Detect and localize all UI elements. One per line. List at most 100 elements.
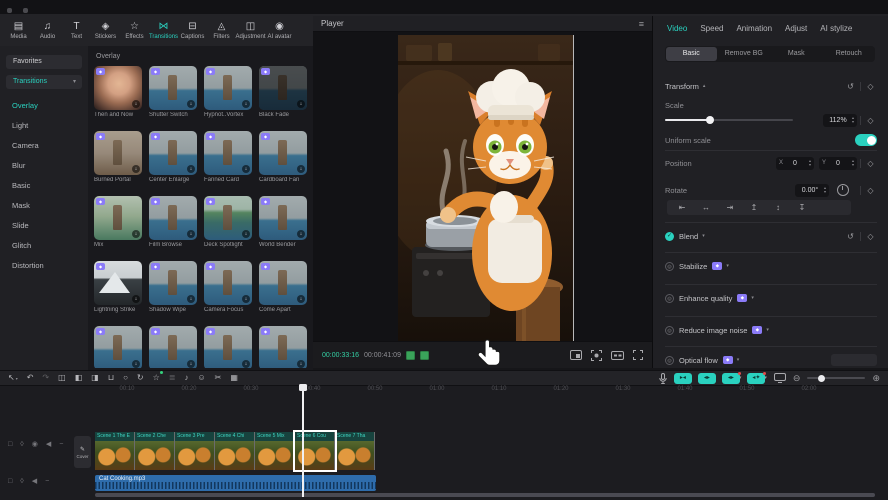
sidebar-favorites[interactable]: Favorites bbox=[6, 55, 82, 69]
track-header-icon[interactable]: ◊ bbox=[20, 441, 23, 448]
timeline-teal-button[interactable]: ◂✦ bbox=[747, 373, 765, 384]
optical-flow-action-button[interactable] bbox=[831, 354, 877, 366]
quality-chip-icon[interactable] bbox=[420, 351, 429, 360]
timeline-area[interactable]: 00:1000:2000:3000:4000:5001:0001:1001:20… bbox=[0, 386, 888, 500]
position-x-box[interactable]: X 0 ▴▾ bbox=[776, 157, 814, 170]
video-clip[interactable]: Scene 2 Che bbox=[135, 432, 175, 470]
video-clip[interactable]: Scene 7 Tha bbox=[335, 432, 375, 470]
transition-card[interactable]: ◆ ↓ bbox=[94, 326, 142, 368]
track-header-icon[interactable]: □ bbox=[8, 478, 12, 485]
transition-card[interactable]: ◆ ↓ Come Apart bbox=[259, 261, 307, 315]
timeline-tool-icon[interactable]: ▦ bbox=[230, 371, 238, 385]
transition-card[interactable]: ◆ ↓ bbox=[204, 326, 252, 368]
position-x-stepper[interactable]: ▴▾ bbox=[809, 159, 811, 167]
sidebar-item[interactable]: Light bbox=[12, 116, 44, 136]
toolbar-item[interactable]: ☆ Effects bbox=[120, 21, 149, 40]
toolbar-item[interactable]: ▤ Media bbox=[4, 21, 33, 40]
inspector-tab[interactable]: Video bbox=[667, 24, 687, 33]
proxy-chip-icon[interactable] bbox=[406, 351, 415, 360]
inspector-tab[interactable]: Animation bbox=[736, 24, 772, 33]
transition-card[interactable]: ◆ ↓ Burned Portal bbox=[94, 131, 142, 185]
keyframe-icon[interactable]: ◇ bbox=[864, 184, 877, 197]
blend-check-icon[interactable]: ✓ bbox=[665, 232, 674, 241]
chevron-down-icon[interactable]: ▾ bbox=[726, 263, 729, 269]
reset-icon[interactable]: ↺ bbox=[844, 230, 857, 243]
transition-card[interactable]: ◆ ↓ World Bender bbox=[259, 196, 307, 250]
position-y-stepper[interactable]: ▴▾ bbox=[852, 159, 854, 167]
reduce-noise-icon[interactable]: ◎ bbox=[665, 326, 674, 335]
zoom-in-icon[interactable]: ⊕ bbox=[872, 373, 880, 384]
inspector-tab[interactable]: Adjust bbox=[785, 24, 807, 33]
transition-card[interactable]: ◆ ↓ Black Fade bbox=[259, 66, 307, 120]
toolbar-item[interactable]: ◫ Adjustment bbox=[236, 21, 265, 40]
optical-flow-icon[interactable]: ◎ bbox=[665, 356, 674, 365]
track-header-icon[interactable]: □ bbox=[8, 441, 12, 448]
quality-icon[interactable] bbox=[611, 351, 624, 360]
timeline-tool-icon[interactable]: ◧ bbox=[75, 371, 83, 385]
rotate-stepper[interactable]: ▴▾ bbox=[824, 186, 826, 194]
preview-monitor-icon[interactable] bbox=[774, 373, 786, 383]
transition-card[interactable]: ◆ ↓ Fanned Card bbox=[204, 131, 252, 185]
inspector-tab[interactable]: Speed bbox=[700, 24, 723, 33]
reset-icon[interactable]: ↺ bbox=[844, 80, 857, 93]
scale-slider[interactable] bbox=[665, 119, 793, 121]
sidebar-item[interactable]: Mask bbox=[12, 196, 44, 216]
transition-card[interactable]: ◆ ↓ bbox=[149, 326, 197, 368]
timeline-teal-button[interactable]: ◂▸ bbox=[722, 373, 740, 384]
zoom-slider-knob[interactable] bbox=[818, 375, 825, 382]
timeline-zoom-slider[interactable] bbox=[807, 377, 865, 379]
timeline-tool-icon[interactable]: ☆ bbox=[153, 371, 160, 385]
uniform-scale-toggle[interactable] bbox=[855, 134, 877, 146]
timeline-tool-icon[interactable]: ↻ bbox=[137, 371, 144, 385]
inspector-subtab[interactable]: Mask bbox=[771, 47, 822, 61]
timeline-ruler[interactable]: 00:1000:2000:3000:4000:5001:0001:1001:20… bbox=[96, 386, 840, 392]
keyframe-icon[interactable]: ◇ bbox=[864, 80, 877, 93]
track-header-icon[interactable]: ◀ bbox=[32, 477, 37, 485]
chevron-down-icon[interactable]: ▾ bbox=[751, 295, 754, 301]
timeline-tool-icon[interactable]: ◫ bbox=[58, 371, 66, 385]
enhance-quality-icon[interactable]: ◎ bbox=[665, 294, 674, 303]
position-y-box[interactable]: Y 0 ▴▾ bbox=[819, 157, 857, 170]
track-header-icon[interactable]: ◊ bbox=[20, 478, 23, 485]
window-settings-icon[interactable] bbox=[23, 8, 28, 13]
rotate-dial-icon[interactable] bbox=[837, 184, 849, 196]
align-icon[interactable]: ⇤ bbox=[672, 203, 692, 212]
timeline-tool-icon[interactable]: ◨ bbox=[91, 371, 99, 385]
track-header-icon[interactable]: ◀ bbox=[46, 440, 51, 448]
zoom-out-icon[interactable]: ⊖ bbox=[793, 373, 801, 384]
sidebar-item[interactable]: Slide bbox=[12, 216, 44, 236]
transitions-grid[interactable]: ◆ ↓ Then and Now ◆ ↓ Shutter Switch ◆ bbox=[94, 66, 307, 368]
align-icon[interactable]: ↧ bbox=[792, 203, 812, 212]
keyframe-icon[interactable]: ◇ bbox=[864, 230, 877, 243]
playhead-line[interactable] bbox=[302, 391, 304, 497]
timeline-tool-icon[interactable]: ⊔ bbox=[108, 371, 114, 385]
scale-stepper[interactable]: ▴▾ bbox=[852, 116, 854, 124]
track-header-icon[interactable]: − bbox=[59, 441, 63, 448]
toolbar-item[interactable]: ◬ Filters bbox=[207, 21, 236, 40]
audio-clip[interactable]: Cat Cooking.mp3 bbox=[95, 475, 376, 491]
transition-card[interactable]: ◆ ↓ Film Browse bbox=[149, 196, 197, 250]
microphone-icon[interactable] bbox=[659, 373, 667, 384]
transition-card[interactable]: ◆ ↓ Deck Spotlight bbox=[204, 196, 252, 250]
timeline-tool-icon[interactable]: ↷ bbox=[42, 371, 49, 385]
chevron-down-icon[interactable]: ▾ bbox=[702, 233, 705, 239]
toolbar-item[interactable]: T Text bbox=[62, 21, 91, 40]
ratio-icon[interactable] bbox=[570, 350, 582, 360]
inspector-subtab[interactable]: Remove BG bbox=[719, 47, 770, 61]
sidebar-item[interactable]: Overlay bbox=[12, 96, 44, 116]
timeline-tool-icon[interactable]: ✂ bbox=[215, 371, 222, 385]
keyframe-icon[interactable]: ◇ bbox=[864, 157, 877, 170]
collapse-icon[interactable]: ▴ bbox=[703, 83, 706, 89]
timeline-tool-icon[interactable]: ☺ bbox=[197, 371, 205, 385]
cover-button[interactable]: ✎ Cover bbox=[74, 436, 91, 468]
video-clip[interactable]: Scene 6 Cou bbox=[295, 432, 335, 470]
track-header-icon[interactable]: ◉ bbox=[32, 440, 38, 448]
video-clip[interactable]: Scene 3 Pre bbox=[175, 432, 215, 470]
sidebar-item[interactable]: Basic bbox=[12, 176, 44, 196]
toolbar-item[interactable]: ⋈ Transitions bbox=[149, 21, 178, 40]
sidebar-item[interactable]: Camera bbox=[12, 136, 44, 156]
timeline-scrollbar[interactable] bbox=[95, 493, 875, 497]
toolbar-item[interactable]: ◉ AI avatar bbox=[265, 21, 294, 40]
keyframe-icon[interactable]: ◇ bbox=[864, 114, 877, 127]
transition-card[interactable]: ◆ ↓ Hypnot..Vortex bbox=[204, 66, 252, 120]
